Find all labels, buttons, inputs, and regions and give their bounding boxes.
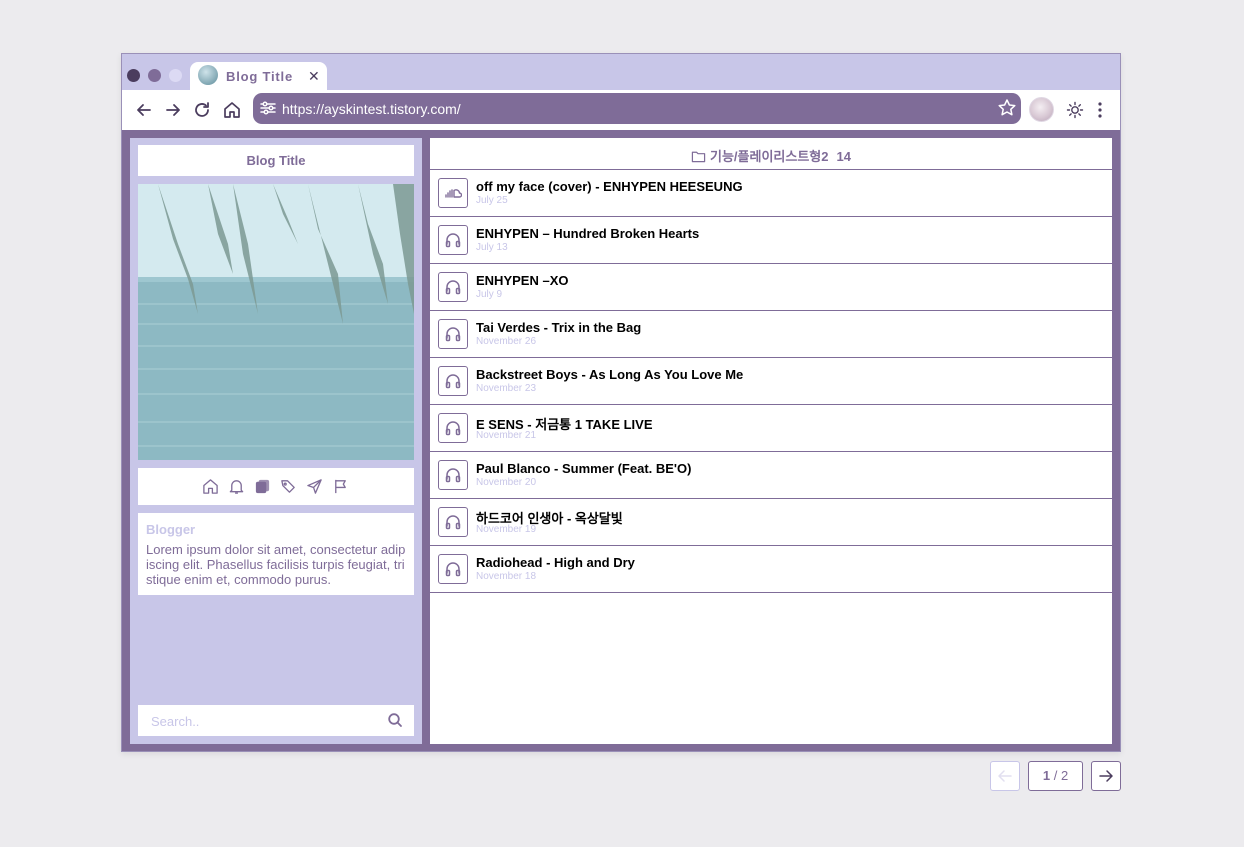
folders-icon[interactable] [254, 478, 271, 495]
headphones-icon [438, 319, 468, 349]
window-close-dot[interactable] [127, 69, 140, 82]
url-text[interactable]: https://ayskintest.tistory.com/ [282, 101, 461, 117]
search-icon[interactable] [387, 712, 403, 728]
home-icon[interactable] [222, 100, 242, 120]
blog-cover-image [138, 184, 414, 460]
category-name: 기능/플레이리스트형2 [710, 149, 829, 164]
search-box[interactable]: Search.. [138, 705, 414, 736]
theme-toggle-sun-icon[interactable] [1065, 100, 1085, 120]
current-page: 1 [1042, 768, 1051, 783]
page-separator: / [1053, 768, 1058, 783]
headphones-icon [438, 413, 468, 443]
category-header: 기능/플레이리스트형2 14 [430, 138, 1112, 170]
post-title[interactable]: off my face (cover) - ENHYPEN HEESEUNG [476, 179, 743, 194]
address-bar[interactable]: https://ayskintest.tistory.com/ [253, 93, 1021, 124]
post-title[interactable]: Backstreet Boys - As Long As You Love Me [476, 367, 743, 382]
headphones-icon [438, 507, 468, 537]
folder-icon [691, 151, 706, 163]
flag-icon[interactable] [332, 478, 349, 495]
forward-arrow-icon[interactable] [163, 100, 183, 120]
post-date: November 18 [476, 571, 537, 582]
next-page-button[interactable] [1091, 761, 1121, 791]
tab-title: Blog Title [226, 69, 293, 84]
post-date: July 13 [476, 242, 508, 253]
bell-icon[interactable] [228, 478, 245, 495]
favicon [198, 65, 218, 85]
reload-icon[interactable] [192, 100, 212, 120]
post-row[interactable]: E SENS - 저금통 1 TAKE LIVE November 21 [430, 405, 1112, 452]
post-date: November 23 [476, 383, 537, 394]
post-date: November 26 [476, 336, 537, 347]
window-minimize-dot[interactable] [148, 69, 161, 82]
right-arrow-icon [1099, 770, 1113, 782]
post-title[interactable]: Paul Blanco - Summer (Feat. BE'O) [476, 461, 691, 476]
post-row[interactable]: 하드코어 인생아 - 옥상달빛 November 19 [430, 499, 1112, 546]
post-row[interactable]: Tai Verdes - Trix in the Bag November 26 [430, 311, 1112, 358]
post-date: November 20 [476, 477, 537, 488]
post-date: July 25 [476, 195, 508, 206]
blogger-card: Blogger Lorem ipsum dolor sit amet, cons… [138, 513, 414, 595]
headphones-icon [438, 272, 468, 302]
post-row[interactable]: Radiohead - High and Dry November 18 [430, 546, 1112, 593]
headphones-icon [438, 460, 468, 490]
category-count: 14 [836, 149, 851, 164]
post-date: November 19 [476, 524, 537, 535]
left-arrow-icon [998, 770, 1012, 782]
post-row[interactable]: off my face (cover) - ENHYPEN HEESEUNG Ju… [430, 170, 1112, 217]
blog-title[interactable]: Blog Title [138, 145, 414, 176]
post-title[interactable]: Tai Verdes - Trix in the Bag [476, 320, 641, 335]
send-icon[interactable] [306, 478, 323, 495]
post-title[interactable]: ENHYPEN – Hundred Broken Hearts [476, 226, 699, 241]
post-row[interactable]: Backstreet Boys - As Long As You Love Me… [430, 358, 1112, 405]
more-menu-icon[interactable] [1092, 100, 1108, 120]
post-list-panel: 기능/플레이리스트형2 14 off my face (cover) - ENHY… [430, 138, 1112, 744]
sidebar: Blog Title Blogger Lorem ipsum dolor sit… [130, 138, 422, 744]
tab-close-icon[interactable]: ✕ [308, 69, 320, 83]
total-pages: 2 [1060, 768, 1069, 783]
tags-icon[interactable] [280, 478, 297, 495]
window-maximize-dot[interactable] [169, 69, 182, 82]
prev-page-button[interactable] [990, 761, 1020, 791]
browser-tab[interactable]: Blog Title ✕ [190, 62, 327, 90]
soundcloud-icon [438, 178, 468, 208]
headphones-icon [438, 554, 468, 584]
sidebar-icon-bar [138, 468, 414, 505]
page-indicator: 1 / 2 [1028, 761, 1083, 791]
browser-window: Blog Title ✕ https://ayskintest.tistory.… [121, 53, 1121, 752]
profile-avatar[interactable] [1029, 97, 1054, 122]
post-date: July 9 [476, 289, 503, 300]
post-row[interactable]: ENHYPEN – Hundred Broken Hearts July 13 [430, 217, 1112, 264]
headphones-icon [438, 225, 468, 255]
post-title[interactable]: ENHYPEN –XO [476, 273, 568, 288]
headphones-icon [438, 366, 468, 396]
tab-bar: Blog Title ✕ [122, 54, 1120, 90]
post-row[interactable]: Paul Blanco - Summer (Feat. BE'O) Novembe… [430, 452, 1112, 499]
blogger-description: Lorem ipsum dolor sit amet, consectetur … [146, 542, 406, 587]
blogger-name: Blogger [146, 522, 196, 537]
post-row[interactable]: ENHYPEN –XO July 9 [430, 264, 1112, 311]
home-icon[interactable] [202, 478, 219, 495]
site-settings-icon[interactable] [259, 99, 277, 117]
search-input[interactable]: Search.. [151, 714, 199, 729]
bookmark-star-icon[interactable] [997, 98, 1017, 118]
back-arrow-icon[interactable] [134, 100, 154, 120]
post-date: November 21 [476, 430, 537, 441]
nav-bar: https://ayskintest.tistory.com/ [122, 90, 1120, 130]
post-title[interactable]: Radiohead - High and Dry [476, 555, 635, 570]
